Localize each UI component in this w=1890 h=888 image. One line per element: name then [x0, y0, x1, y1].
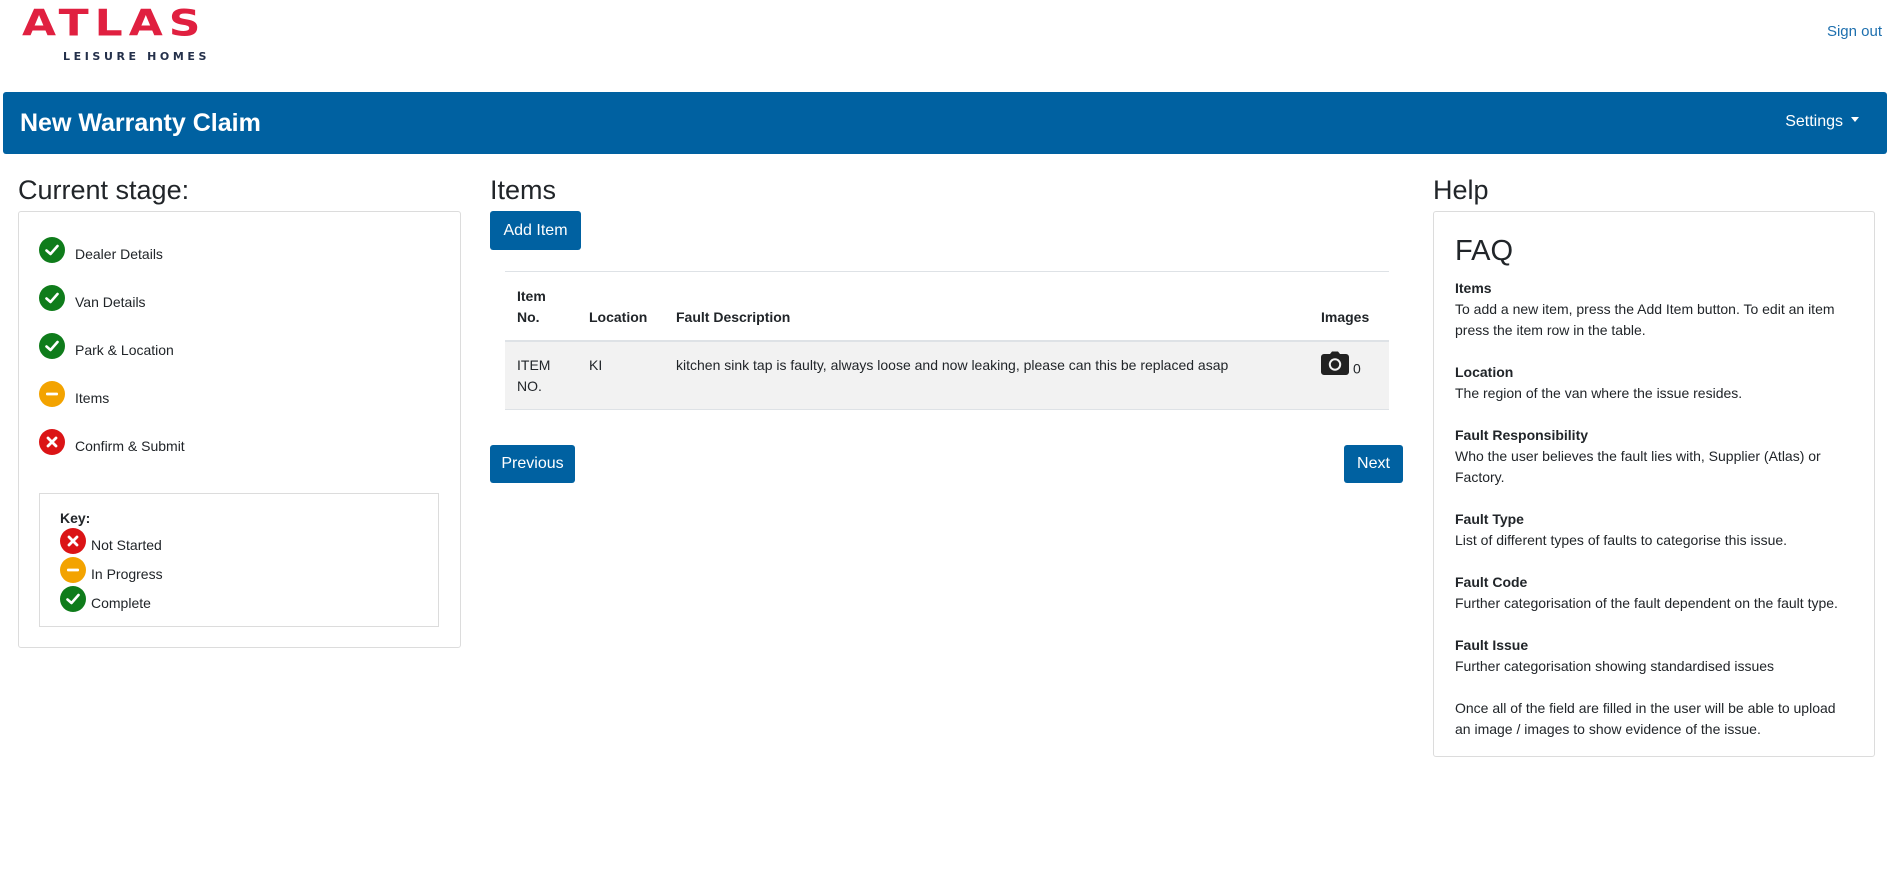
faq-answer: List of different types of faults to cat… [1455, 532, 1788, 548]
key-label: Not Started [91, 537, 162, 553]
items-heading: Items [490, 175, 557, 205]
image-count: 0 [1353, 360, 1361, 377]
cell-fault-description: kitchen sink tap is faulty, always loose… [664, 341, 1309, 410]
cell-location: KI [577, 341, 664, 410]
cross-icon [60, 528, 86, 554]
help-panel: FAQ Items To add a new item, press the A… [1433, 211, 1875, 757]
key-label: In Progress [91, 566, 163, 582]
stage-item-items[interactable]: Items [39, 379, 109, 409]
faq-footer: Once all of the field are filled in the … [1455, 700, 1836, 737]
stage-item-confirm-submit[interactable]: Confirm & Submit [39, 427, 185, 457]
faq-list: Items To add a new item, press the Add I… [1455, 278, 1855, 761]
status-key: Key: Not Started In Progress Complete [39, 493, 439, 627]
faq-entry: Fault Code Further categorisation of the… [1455, 572, 1855, 614]
check-icon [39, 237, 65, 263]
faq-question: Fault Code [1455, 574, 1528, 590]
col-location: Location [577, 271, 664, 342]
add-item-button[interactable]: Add Item [490, 211, 581, 250]
faq-question: Fault Issue [1455, 637, 1529, 653]
faq-entry: Fault Issue Further categorisation showi… [1455, 635, 1855, 677]
settings-dropdown[interactable]: Settings [1785, 113, 1859, 131]
faq-question: Fault Responsibility [1455, 427, 1589, 443]
help-heading: Help [1433, 175, 1489, 205]
cross-icon [39, 429, 65, 455]
previous-button[interactable]: Previous [490, 445, 575, 483]
title-bar: New Warranty Claim Settings [3, 92, 1887, 154]
stage-item-label: Van Details [75, 294, 146, 310]
current-stage-heading: Current stage: [18, 175, 190, 205]
minus-icon [60, 557, 86, 583]
faq-answer: Who the user believes the fault lies wit… [1455, 448, 1821, 485]
faq-question: Fault Type [1455, 511, 1524, 527]
key-label: Complete [91, 595, 151, 611]
faq-question: Items [1455, 280, 1492, 296]
check-icon [39, 333, 65, 359]
check-icon [39, 285, 65, 311]
faq-answer: Further categorisation of the fault depe… [1455, 595, 1838, 611]
faq-question: Location [1455, 364, 1514, 380]
key-title: Key: [60, 510, 91, 526]
minus-icon [39, 381, 65, 407]
caret-down-icon [1851, 117, 1859, 123]
faq-answer: Further categorisation showing standardi… [1455, 658, 1775, 674]
table-row[interactable]: ITEM NO. KI kitchen sink tap is faulty, … [505, 341, 1389, 410]
table-header-row: Item No. Location Fault Description Imag… [505, 271, 1389, 342]
faq-answer: The region of the van where the issue re… [1455, 385, 1743, 401]
faq-entry: Items To add a new item, press the Add I… [1455, 278, 1855, 341]
faq-entry: Location The region of the van where the… [1455, 362, 1855, 404]
stage-panel: Dealer Details Van Details Park & Locati… [18, 211, 461, 648]
check-icon [60, 586, 86, 612]
items-table: Item No. Location Fault Description Imag… [505, 271, 1389, 410]
stage-item-van-details[interactable]: Van Details [39, 283, 146, 313]
settings-label: Settings [1785, 113, 1843, 130]
camera-icon[interactable] [1321, 351, 1349, 381]
key-in-progress: In Progress [60, 557, 163, 583]
faq-title: FAQ [1455, 235, 1514, 267]
stage-item-label: Confirm & Submit [75, 438, 185, 454]
sign-out-link[interactable]: Sign out [1827, 23, 1882, 40]
col-item-no: Item No. [505, 271, 577, 342]
cell-item-no: ITEM NO. [505, 341, 577, 410]
page-title: New Warranty Claim [20, 109, 261, 137]
faq-entry: Fault Responsibility Who the user believ… [1455, 425, 1855, 488]
col-fault-description: Fault Description [664, 271, 1309, 342]
key-complete: Complete [60, 586, 151, 612]
stage-item-label: Items [75, 390, 110, 406]
stage-item-park-location[interactable]: Park & Location [39, 331, 174, 361]
faq-entry: Fault Type List of different types of fa… [1455, 509, 1855, 551]
key-not-started: Not Started [60, 528, 162, 554]
col-images: Images [1309, 271, 1389, 342]
stage-item-label: Park & Location [75, 342, 174, 358]
cell-images: 0 [1309, 341, 1389, 410]
stage-item-dealer-details[interactable]: Dealer Details [39, 235, 163, 265]
atlas-logo: ATLAS LEISURE HOMES [22, 2, 252, 63]
next-button[interactable]: Next [1344, 445, 1403, 483]
logo-subtext: LEISURE HOMES [63, 50, 211, 63]
stage-item-label: Dealer Details [75, 246, 163, 262]
logo-text: ATLAS [22, 2, 207, 45]
faq-answer: To add a new item, press the Add Item bu… [1455, 301, 1835, 338]
